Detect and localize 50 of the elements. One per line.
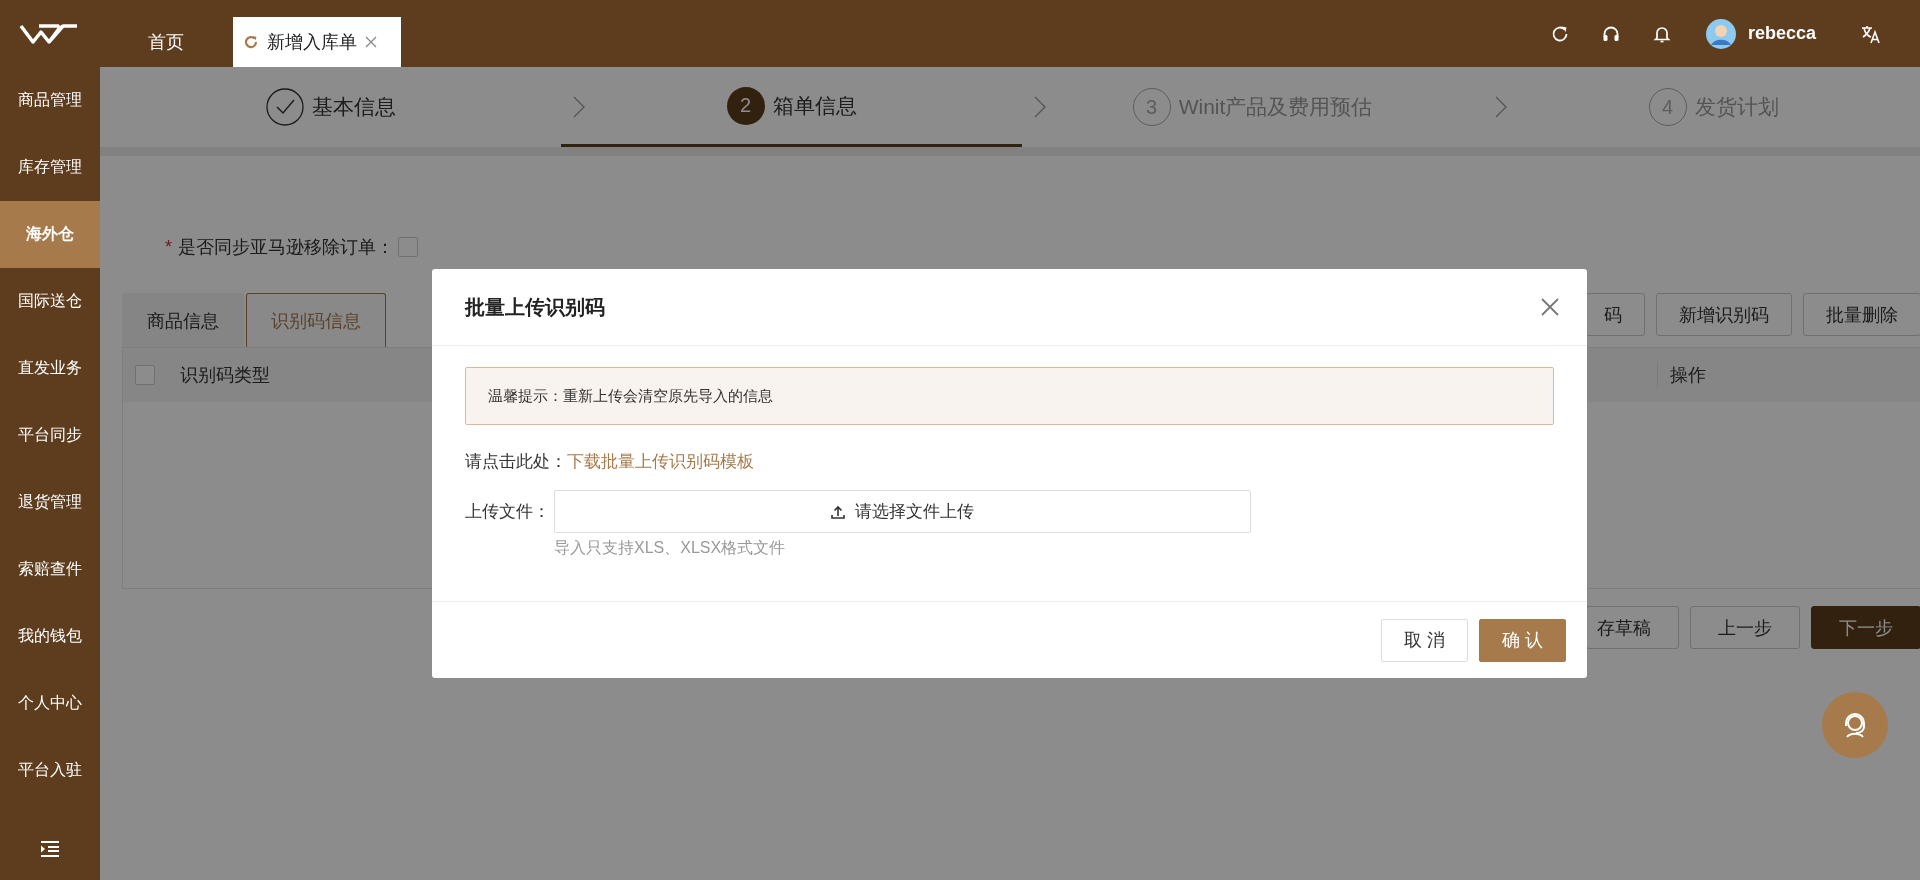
download-template-link[interactable]: 下载批量上传识别码模板 — [567, 450, 754, 473]
close-icon[interactable] — [1541, 298, 1559, 316]
step-label: 基本信息 — [311, 94, 396, 120]
dialog-button[interactable]: 取 消 — [1381, 618, 1468, 662]
upload-icon — [831, 504, 845, 519]
avatar-icon[interactable] — [1705, 18, 1736, 49]
sidebar-item[interactable]: 个人中心 — [0, 670, 100, 737]
checkbox[interactable] — [135, 365, 155, 385]
page-tab[interactable]: 首页 — [126, 17, 206, 67]
chevron-icon — [1495, 96, 1507, 118]
column-header: 操作 — [1657, 363, 1920, 387]
footer-button[interactable]: 下一步 — [1811, 606, 1920, 649]
step-number: 2 — [726, 86, 765, 125]
checkbox[interactable] — [398, 237, 418, 257]
template-label: 请点击此处： — [465, 451, 567, 473]
footer-button[interactable]: 上一步 — [1690, 606, 1800, 649]
close-icon[interactable] — [365, 36, 377, 48]
logo-icon — [19, 22, 79, 45]
column-header: 识别码类型 — [180, 364, 270, 387]
page-tab[interactable]: 新增入库单 — [233, 17, 401, 67]
sidebar-item[interactable]: 直发业务 — [0, 335, 100, 402]
user-name[interactable]: rebecca — [1747, 23, 1816, 44]
sidebar-item[interactable]: 海外仓 — [0, 201, 100, 268]
step-label: Winit产品及费用预估 — [1178, 94, 1373, 120]
sidebar-item[interactable]: 退货管理 — [0, 469, 100, 536]
refresh-icon — [243, 34, 259, 50]
sidebar-item[interactable]: 平台入驻 — [0, 737, 100, 804]
step-label: 箱单信息 — [772, 92, 857, 119]
sidebar-item[interactable]: 我的钱包 — [0, 603, 100, 670]
sidebar-item[interactable]: 商品管理 — [0, 67, 100, 134]
chevron-icon — [573, 96, 585, 118]
upload-label: 上传文件： — [465, 501, 550, 523]
dialog-title: 批量上传识别码 — [465, 294, 605, 320]
toolbar-button[interactable]: 新增识别码 — [1656, 293, 1792, 336]
tab[interactable]: 商品信息 — [122, 293, 244, 347]
dialog-button[interactable]: 确 认 — [1479, 618, 1566, 662]
toolbar-button[interactable]: 批量删除 — [1803, 293, 1920, 336]
sidebar-item[interactable]: 库存管理 — [0, 134, 100, 201]
sidebar-item[interactable]: 索赔查件 — [0, 536, 100, 603]
upload-hint: 导入只支持XLS、XLSX格式文件 — [554, 538, 787, 558]
footer-button[interactable]: 存草稿 — [1586, 606, 1679, 649]
required-mark: * — [165, 236, 172, 258]
menu-icon[interactable] — [40, 840, 60, 858]
step-label: 发货计划 — [1694, 94, 1779, 120]
field-label: 是否同步亚马逊移除订单： — [178, 236, 394, 259]
notice-text: 温馨提示：重新上传会清空原先导入的信息 — [488, 386, 773, 406]
sidebar-item[interactable]: 国际送仓 — [0, 268, 100, 335]
sidebar-item[interactable]: 平台同步 — [0, 402, 100, 469]
chevron-icon — [1034, 96, 1046, 118]
upload-button[interactable]: 请选择文件上传 — [554, 490, 1251, 533]
